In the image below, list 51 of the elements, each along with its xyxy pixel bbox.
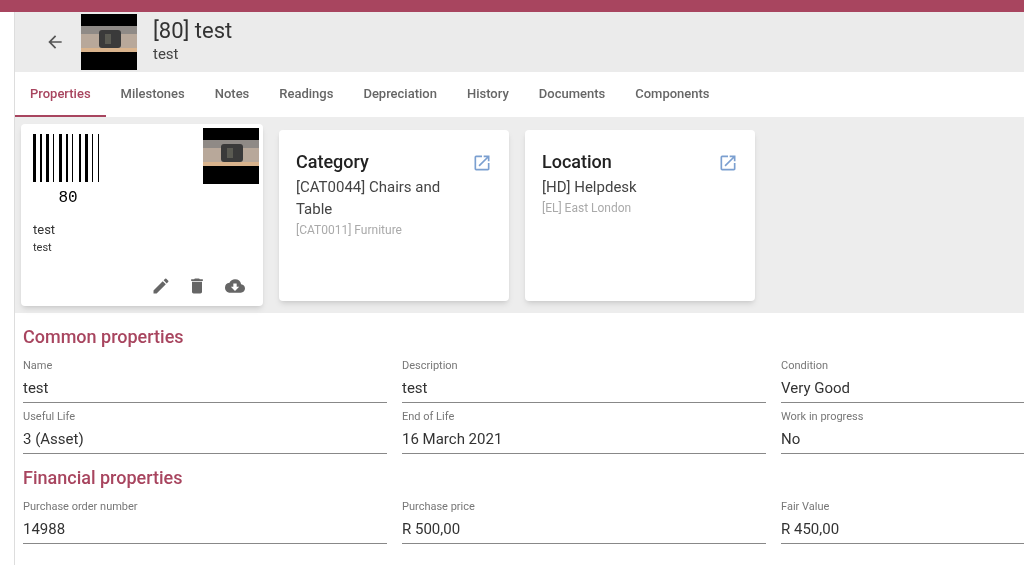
field-label: Work in progress (781, 409, 865, 425)
field[interactable]: Name test (23, 358, 387, 403)
asset-name: test (33, 221, 57, 239)
tab[interactable]: Depreciation (348, 72, 452, 117)
field[interactable]: End of Life 16 March 2021 (402, 409, 766, 454)
field[interactable]: Condition Very Good (781, 358, 1024, 403)
asset-description: test (33, 239, 53, 256)
card-secondary-text: [EL] East London (542, 200, 633, 217)
field[interactable]: Useful Life 3 (Asset) (23, 409, 387, 454)
field-value: 14988 (23, 519, 67, 540)
edit-icon[interactable] (151, 276, 171, 296)
field-value: R 450,00 (781, 519, 841, 540)
field[interactable]: Purchase order number 14988 (23, 499, 387, 544)
field-value: test (402, 378, 429, 399)
field-label: Condition (781, 358, 829, 374)
tab[interactable]: History (451, 72, 524, 117)
field-value: 16 March 2021 (402, 429, 504, 450)
field-value: R 500,00 (402, 519, 462, 540)
field-label: Description (402, 358, 459, 374)
page-subtitle: test (153, 45, 180, 63)
field-value: 3 (Asset) (23, 429, 85, 450)
section-heading: Common properties (23, 325, 185, 349)
card-title: Location (542, 150, 613, 174)
tab[interactable]: Milestones (105, 72, 200, 117)
field[interactable]: Fair Value R 450,00 (781, 499, 1024, 544)
open-external-icon[interactable] (718, 153, 738, 173)
field-label: Fair Value (781, 499, 831, 515)
card-secondary-text: [CAT0011] Furniture (296, 222, 403, 239)
card-primary-text: [CAT0044] Chairs and Table (296, 177, 442, 220)
field-value: No (781, 429, 802, 450)
cloud-download-icon[interactable] (223, 276, 247, 296)
field-label: Purchase price (402, 499, 476, 515)
card-title: Category (296, 150, 370, 174)
field[interactable]: Purchase price R 500,00 (402, 499, 766, 544)
field-value: Very Good (781, 378, 851, 399)
field-label: End of Life (402, 409, 456, 425)
field-label: Purchase order number (23, 499, 139, 515)
field-label: Name (23, 358, 54, 374)
section-heading: Financial properties (23, 466, 184, 490)
field[interactable]: Description test (402, 358, 766, 403)
field-value: test (23, 378, 50, 399)
barcode-number: 80 (58, 188, 78, 209)
field-label: Useful Life (23, 409, 77, 425)
tab[interactable]: Documents (523, 72, 621, 117)
open-external-icon[interactable] (472, 153, 492, 173)
tab[interactable]: Components (620, 72, 725, 117)
tab[interactable]: Notes (199, 72, 265, 117)
card-primary-text: [HD] Helpdesk (542, 177, 638, 198)
tab[interactable]: Readings (264, 72, 349, 117)
field[interactable]: Work in progress No (781, 409, 1024, 454)
page-title: [80] test (153, 17, 233, 45)
